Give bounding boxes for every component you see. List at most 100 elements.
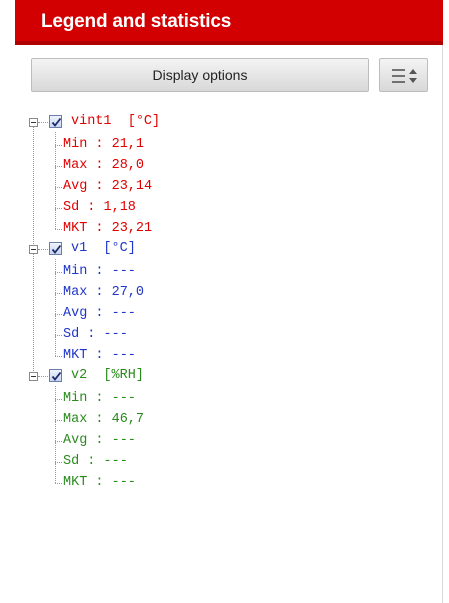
tree-connector: [55, 273, 56, 293]
tree-connector: [55, 315, 56, 335]
collapse-toggle-icon[interactable]: [29, 372, 38, 381]
tree-connector: [55, 463, 56, 483]
stat-row: Max : 27,0: [15, 273, 435, 304]
stat-row: Sd : ---: [15, 442, 435, 473]
series-name: v1: [71, 241, 88, 256]
tree-connector: [55, 145, 62, 146]
stat-row: Min : ---: [15, 259, 435, 283]
checkmark-icon: [51, 244, 62, 254]
stat-value: Min : ---: [63, 264, 136, 279]
tree-connector: [55, 166, 62, 167]
tree-connector: [55, 336, 56, 356]
tree-connector: [55, 483, 62, 484]
stat-row: Avg : 23,14: [15, 167, 435, 198]
stat-row: MKT : 23,21: [15, 209, 435, 240]
series-visibility-checkbox[interactable]: [49, 115, 62, 128]
stat-row: Max : 28,0: [15, 146, 435, 177]
tree-connector: [55, 188, 56, 208]
series-spacer: [112, 114, 128, 129]
collapse-toggle-icon[interactable]: [29, 245, 38, 254]
collapse-toggle-icon[interactable]: [29, 118, 38, 127]
tree-connector: [33, 127, 34, 248]
stat-value: Avg : 23,14: [63, 179, 153, 194]
tree-connector: [55, 335, 62, 336]
series-node-v2: v2 [%RH] Min : --- Max : 46,7 Avg : --- Sd :…: [15, 367, 435, 494]
tree-connector: [38, 249, 48, 250]
series-label: vint1 [°C]: [71, 114, 160, 129]
stat-value: Avg : ---: [63, 306, 136, 321]
tree-connector: [55, 441, 62, 442]
tree-connector: [38, 376, 48, 377]
stat-value: MKT : ---: [63, 348, 136, 363]
tree-connector: [55, 442, 56, 462]
series-unit: [°C]: [103, 241, 136, 256]
stat-row: Min : ---: [15, 386, 435, 410]
sort-lines-icon: [392, 69, 417, 83]
stat-row: Avg : ---: [15, 294, 435, 325]
series-spacer: [87, 368, 103, 383]
tree-connector: [55, 294, 56, 314]
stat-value: Max : 46,7: [63, 412, 145, 427]
panel-title: Legend and statistics: [41, 11, 232, 32]
stat-row: Avg : ---: [15, 421, 435, 452]
series-header: vint1 [°C]: [15, 113, 435, 135]
stat-row: MKT : ---: [15, 336, 435, 367]
tree-connector: [55, 209, 56, 229]
tree-connector: [55, 314, 62, 315]
series-unit: [°C]: [127, 114, 161, 129]
stat-value: MKT : ---: [63, 475, 136, 490]
stat-row: MKT : ---: [15, 463, 435, 494]
series-node-vint1: vint1 [°C] Min : 21,1 Max : 28,0 Avg : 23,1…: [15, 113, 435, 248]
stat-value: Max : 27,0: [63, 285, 145, 300]
tree-connector: [55, 259, 56, 272]
series-header: v1 [°C]: [15, 240, 435, 262]
tree-connector: [55, 208, 62, 209]
series-unit: [%RH]: [103, 368, 144, 383]
series-label: v1 [°C]: [71, 241, 136, 256]
tree-connector: [55, 272, 62, 273]
tree-connector: [55, 187, 62, 188]
tree-connector: [55, 167, 56, 187]
stat-row: Max : 46,7: [15, 400, 435, 431]
stat-value: Avg : ---: [63, 433, 136, 448]
stat-value: Sd : ---: [63, 327, 128, 342]
tree-connector: [55, 386, 56, 399]
series-name: v2: [71, 368, 88, 383]
stat-row: Sd : ---: [15, 315, 435, 346]
stat-value: MKT : 23,21: [63, 221, 153, 236]
stat-value: Min : 21,1: [63, 137, 145, 152]
stat-row: Min : 21,1: [15, 132, 435, 156]
tree-connector: [55, 229, 62, 230]
stat-value: Max : 28,0: [63, 158, 145, 173]
series-label: v2 [%RH]: [71, 368, 144, 383]
legend-panel: Legend and statistics Display options vi…: [15, 0, 443, 603]
series-spacer: [87, 241, 103, 256]
stat-value: Sd : ---: [63, 454, 128, 469]
tree-connector: [55, 399, 62, 400]
tree-connector: [55, 293, 62, 294]
checkmark-icon: [51, 371, 62, 381]
series-visibility-checkbox[interactable]: [49, 369, 62, 382]
sort-menu-button[interactable]: [379, 58, 428, 92]
panel-header: Legend and statistics: [15, 0, 443, 45]
stat-row: Sd : 1,18: [15, 188, 435, 219]
tree-connector: [55, 421, 56, 441]
series-node-v1: v1 [°C] Min : --- Max : 27,0 Avg : --- Sd : …: [15, 240, 435, 375]
display-options-label: Display options: [152, 67, 248, 83]
tree-connector: [55, 400, 56, 420]
checkmark-icon: [51, 117, 62, 127]
tree-connector: [55, 132, 56, 145]
series-name: vint1: [71, 114, 112, 129]
tree-connector: [33, 254, 34, 375]
series-visibility-checkbox[interactable]: [49, 242, 62, 255]
stat-value: Min : ---: [63, 391, 136, 406]
display-options-button[interactable]: Display options: [31, 58, 369, 92]
tree-connector: [55, 420, 62, 421]
tree-connector: [55, 146, 56, 166]
tree-connector: [55, 356, 62, 357]
stat-value: Sd : 1,18: [63, 200, 136, 215]
tree-connector: [38, 122, 48, 123]
series-header: v2 [%RH]: [15, 367, 435, 389]
legend-tree: vint1 [°C] Min : 21,1 Max : 28,0 Avg : 23,1…: [15, 113, 435, 494]
tree-connector: [55, 462, 62, 463]
